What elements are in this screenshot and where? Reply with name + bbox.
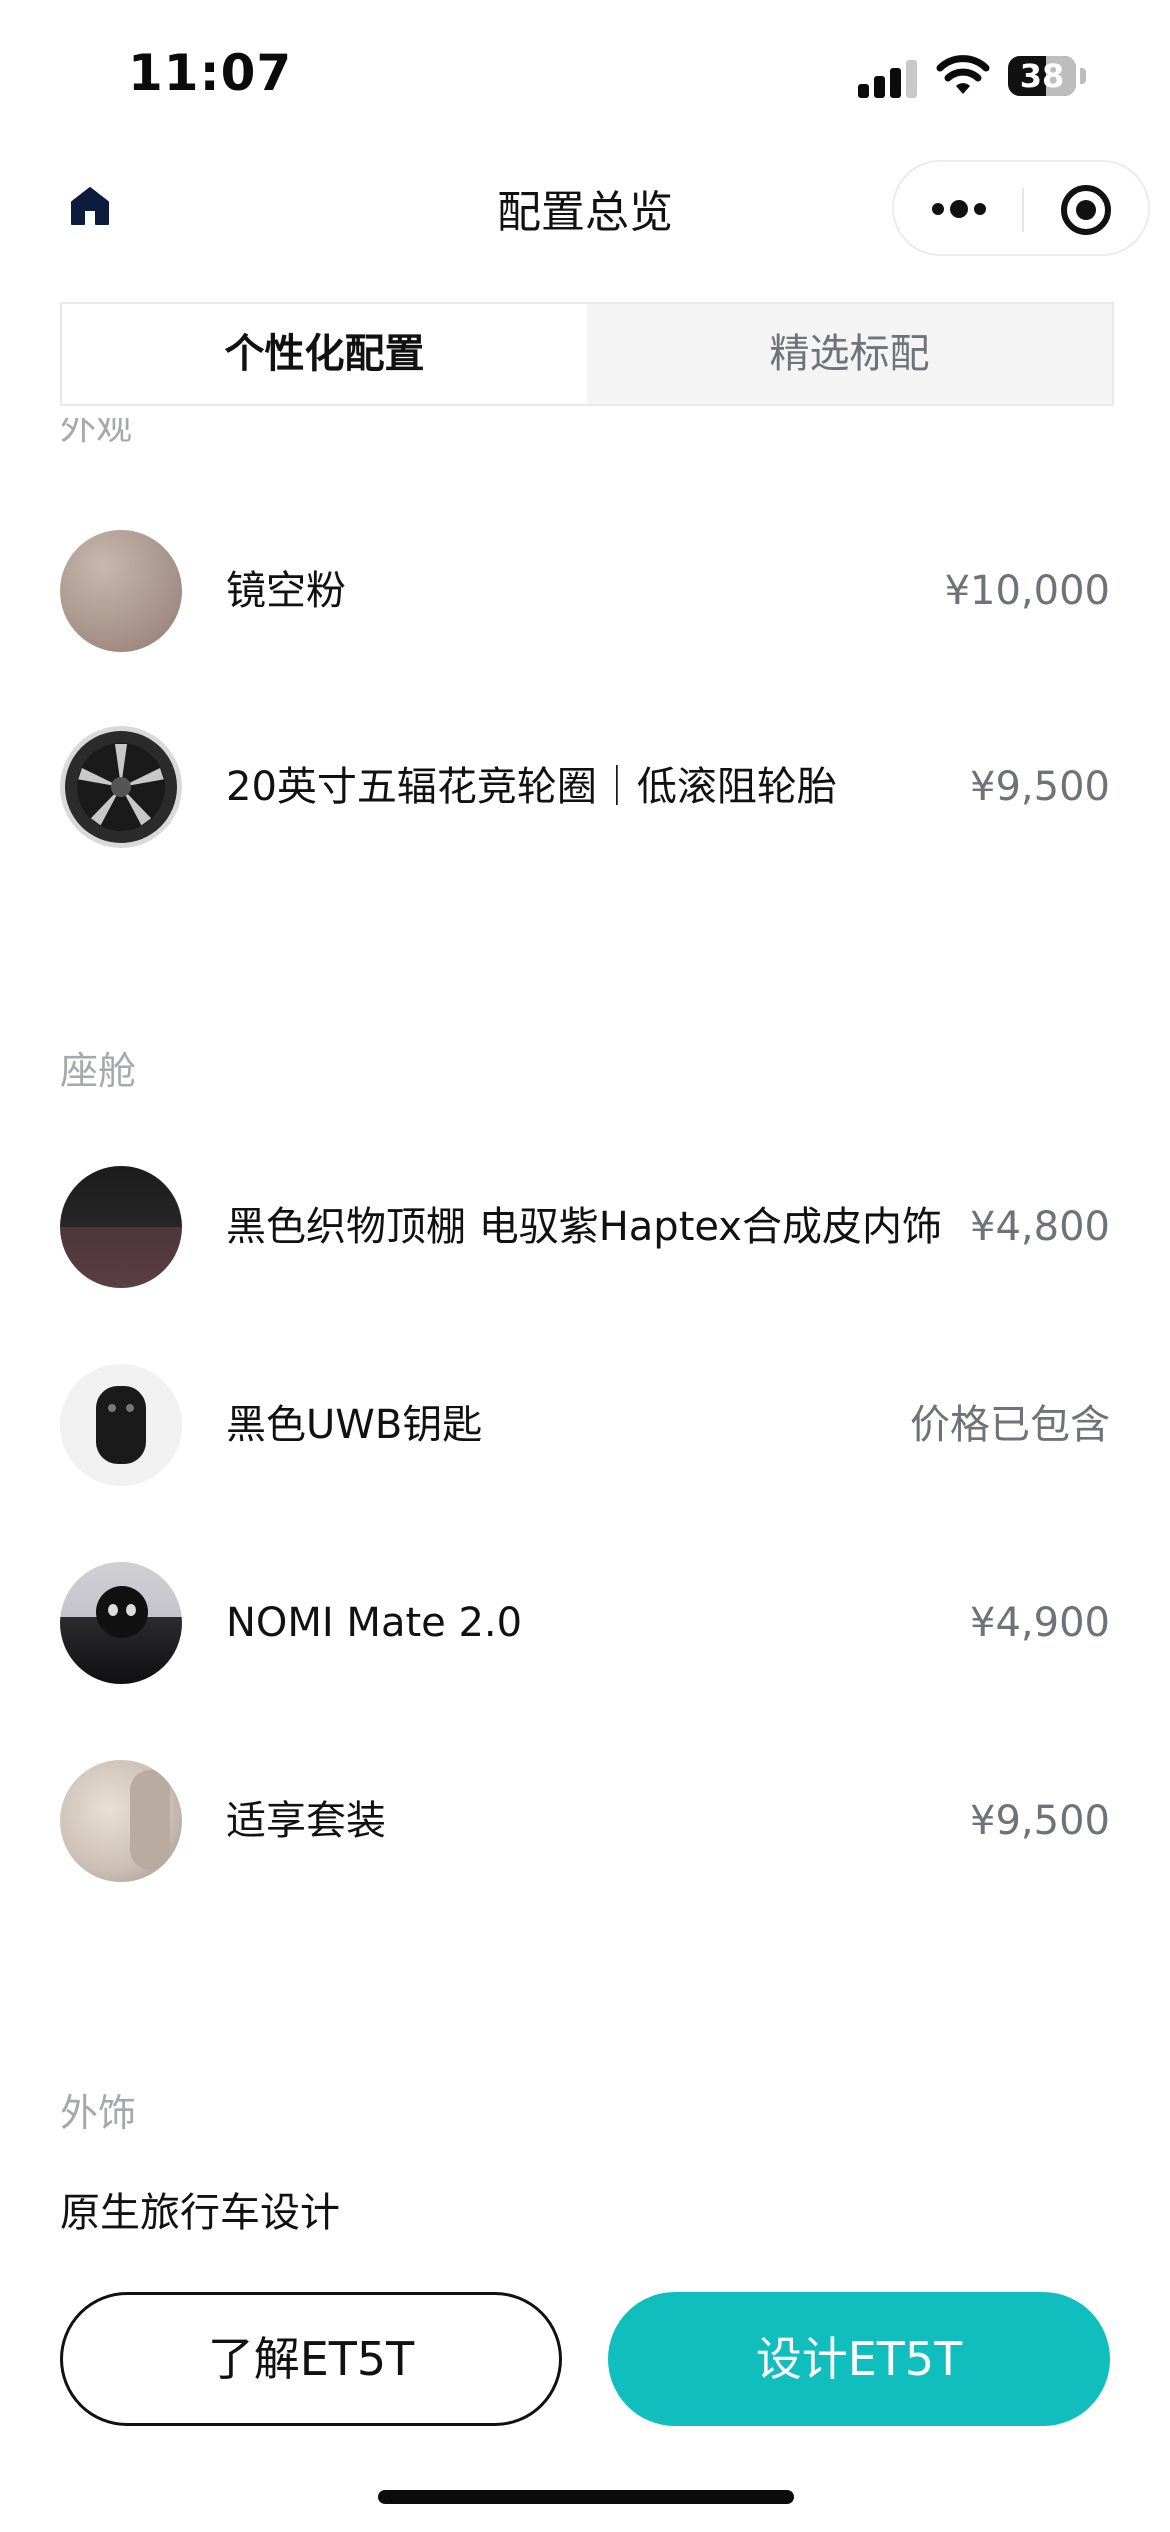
item-price: ¥9,500 [970,1798,1110,1844]
color-swatch-thumbnail [60,530,182,652]
status-bar: 11:07 38 [0,0,1170,150]
status-time: 11:07 [128,44,293,102]
item-name: 适享套装 [226,1798,386,1844]
item-price: ¥4,900 [970,1600,1110,1646]
wifi-icon [936,55,990,94]
list-item[interactable]: 20英寸五辐花竞轮圈｜低滚阻轮胎 ¥9,500 [60,726,1110,850]
section-title-exterior: 外观 [60,418,133,448]
key-thumbnail [60,1364,182,1486]
seat-thumbnail [60,1760,182,1882]
section-title-cabin: 座舱 [60,1049,137,1093]
item-price: ¥10,000 [944,568,1110,614]
item-name: 20英寸五辐花竞轮圈｜低滚阻轮胎 [226,764,837,810]
list-item[interactable]: 镜空粉 ¥10,000 [60,530,1110,654]
list-item[interactable]: 适享套装 ¥9,500 [60,1760,1110,1884]
config-tabs: 个性化配置 精选标配 [60,302,1114,406]
nomi-thumbnail [60,1562,182,1684]
battery-icon: 38 [1008,56,1076,96]
item-name: 黑色织物顶棚 电驭紫Haptex合成皮内饰 [226,1204,942,1250]
close-target-icon[interactable] [1058,182,1114,238]
list-item[interactable]: 黑色织物顶棚 电驭紫Haptex合成皮内饰 ¥4,800 [60,1166,1110,1290]
item-price: ¥4,800 [970,1204,1110,1250]
cellular-signal-icon [858,58,918,98]
battery-level: 38 [1019,57,1065,95]
learn-et5t-button[interactable]: 了解ET5T [60,2292,562,2426]
section-title-exterior-trim: 外饰 [60,2091,137,2135]
item-name: 镜空粉 [226,568,346,614]
list-item[interactable]: 黑色UWB钥匙 价格已包含 [60,1364,1110,1488]
tab-standard[interactable]: 精选标配 [587,304,1112,404]
tab-personalized[interactable]: 个性化配置 [62,304,587,404]
battery-cap [1080,68,1086,84]
home-indicator [378,2490,794,2504]
wheel-thumbnail [60,726,182,848]
design-et5t-button[interactable]: 设计ET5T [608,2292,1110,2426]
item-price: 价格已包含 [910,1402,1110,1448]
interior-swatch-thumbnail [60,1166,182,1288]
capsule-divider [1022,188,1024,232]
more-icon[interactable] [924,186,994,232]
item-price: ¥9,500 [970,764,1110,810]
item-name: NOMI Mate 2.0 [226,1600,523,1646]
item-name: 黑色UWB钥匙 [226,1402,483,1448]
exterior-trim-item: 原生旅行车设计 [60,2190,340,2236]
list-item[interactable]: NOMI Mate 2.0 ¥4,900 [60,1562,1110,1686]
mini-program-capsule [892,160,1150,256]
